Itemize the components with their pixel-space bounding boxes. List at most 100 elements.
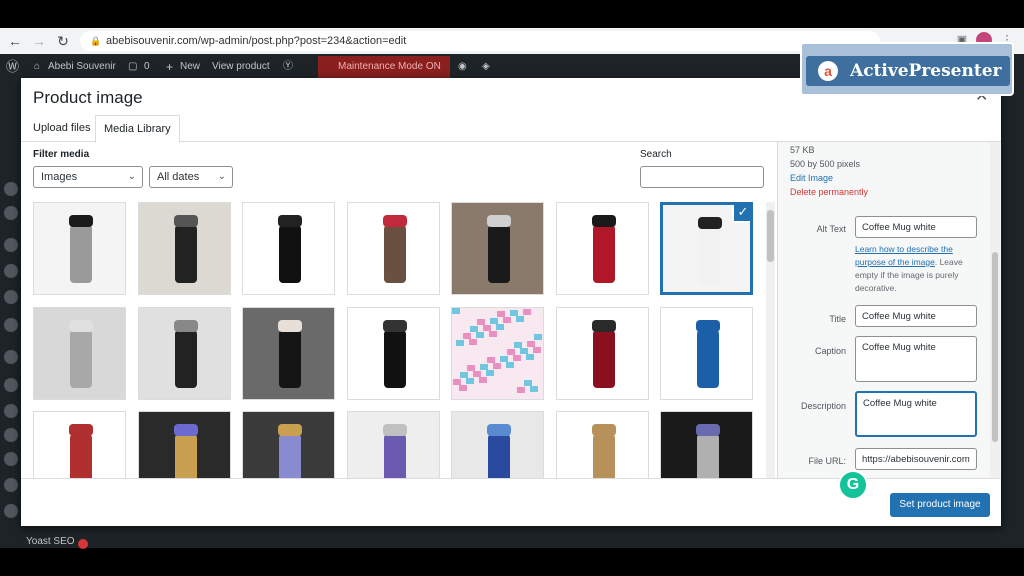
analytics-icon[interactable] xyxy=(4,378,18,392)
attachment-thumbnail[interactable] xyxy=(33,411,126,478)
pattern-swatch xyxy=(469,339,477,345)
attachment-thumbnail[interactable] xyxy=(347,411,440,478)
forward-arrow-icon[interactable]: → xyxy=(30,32,48,50)
attachment-thumbnail[interactable] xyxy=(347,307,440,400)
search-input[interactable] xyxy=(640,166,764,188)
edit-image-link[interactable]: Edit Image xyxy=(790,173,833,183)
yoast-icon[interactable]: Ⓨ xyxy=(283,54,293,80)
attachment-thumbnail[interactable] xyxy=(451,202,544,295)
grid-scrollbar-thumb[interactable] xyxy=(767,210,774,262)
attachment-thumbnail[interactable] xyxy=(138,307,231,400)
title-field[interactable]: Coffee Mug white xyxy=(855,305,977,327)
media-type-select[interactable]: Images ⌄ xyxy=(33,166,143,188)
marketing-icon[interactable] xyxy=(4,404,18,418)
details-scrollbar-thumb[interactable] xyxy=(992,252,998,442)
users-icon[interactable] xyxy=(4,478,18,492)
appearance-icon[interactable] xyxy=(4,428,18,442)
pattern-swatch xyxy=(490,318,498,324)
alt-text-help: Learn how to describe the purpose of the… xyxy=(855,243,979,295)
date-filter-select[interactable]: All dates ⌄ xyxy=(149,166,233,188)
grammarly-icon[interactable]: G xyxy=(838,470,868,500)
product-body xyxy=(279,225,301,283)
description-field[interactable]: Coffee Mug white xyxy=(855,391,977,437)
attachment-thumbnail[interactable] xyxy=(660,411,753,478)
pattern-swatch xyxy=(476,332,484,338)
palette-icon[interactable]: ◉ xyxy=(458,54,467,80)
pattern-swatch xyxy=(496,324,504,330)
search-label: Search xyxy=(640,149,672,160)
product-body xyxy=(175,225,197,283)
pattern-swatch xyxy=(500,356,508,362)
dashboard-icon[interactable] xyxy=(4,182,18,196)
media-icon[interactable] xyxy=(4,238,18,252)
product-lid xyxy=(383,215,407,227)
details-scrollbar[interactable] xyxy=(990,142,1000,478)
attachment-thumbnail[interactable] xyxy=(556,307,649,400)
reload-icon[interactable]: ↻ xyxy=(54,32,72,50)
attachment-thumbnail[interactable] xyxy=(556,202,649,295)
delete-permanently-link[interactable]: Delete permanently xyxy=(790,187,868,197)
attachment-thumbnail[interactable]: ✓ xyxy=(660,202,753,295)
attachment-thumbnail[interactable] xyxy=(242,202,335,295)
pages-icon[interactable] xyxy=(4,264,18,278)
product-lid xyxy=(592,320,616,332)
product-body xyxy=(488,225,510,283)
product-body xyxy=(70,225,92,283)
attachment-thumbnail[interactable] xyxy=(138,411,231,478)
product-body xyxy=(279,330,301,388)
watermark-brand: ActivePresenter xyxy=(850,61,1002,81)
product-body xyxy=(175,434,197,478)
attachment-thumbnail[interactable] xyxy=(556,411,649,478)
activepresenter-watermark: a ActivePresenter xyxy=(800,42,1014,96)
attachment-thumbnail[interactable] xyxy=(33,202,126,295)
plugins-icon[interactable] xyxy=(4,452,18,466)
product-lid xyxy=(69,215,93,227)
attachment-thumbnail[interactable] xyxy=(242,411,335,478)
pattern-swatch xyxy=(523,309,531,315)
tab-media-library[interactable]: Media Library xyxy=(95,115,180,143)
back-arrow-icon[interactable]: ← xyxy=(6,32,24,50)
attachment-thumbnail[interactable] xyxy=(347,202,440,295)
file-url-field[interactable]: https://abebisouvenir.com xyxy=(855,448,977,470)
checkmark-icon[interactable]: ✓ xyxy=(732,205,750,223)
comments-icon[interactable] xyxy=(4,290,18,304)
view-product-link[interactable]: View product xyxy=(212,54,270,80)
diamond-icon[interactable]: ◈ xyxy=(482,54,490,80)
attachment-thumbnail[interactable] xyxy=(660,307,753,400)
address-bar[interactable]: 🔒 abebisouvenir.com/wp-admin/post.php?po… xyxy=(80,31,880,51)
tab-upload-files[interactable]: Upload files xyxy=(25,115,98,142)
file-url-label: File URL: xyxy=(808,456,846,466)
caption-field[interactable]: Coffee Mug white xyxy=(855,336,977,382)
posts-icon[interactable] xyxy=(4,206,18,220)
maintenance-mode-badge[interactable]: Maintenance Mode ON xyxy=(318,56,450,78)
attachment-thumbnail[interactable] xyxy=(451,411,544,478)
attachment-thumbnail[interactable] xyxy=(451,307,544,400)
pattern-swatch xyxy=(486,370,494,376)
media-type-value: Images xyxy=(41,171,78,183)
attachment-thumbnail[interactable] xyxy=(33,307,126,400)
products-icon[interactable] xyxy=(4,350,18,364)
set-product-image-button[interactable]: Set product image xyxy=(890,493,990,517)
comments-count[interactable]: 0 xyxy=(144,54,150,80)
alt-text-field[interactable]: Coffee Mug white xyxy=(855,216,977,238)
media-tabs: Upload files Media Library xyxy=(21,115,1001,143)
grid-scrollbar[interactable] xyxy=(766,202,775,478)
attachment-thumbnail[interactable] xyxy=(242,307,335,400)
new-link[interactable]: New xyxy=(180,54,200,80)
product-body xyxy=(699,227,721,285)
pattern-swatch xyxy=(456,340,464,346)
pattern-swatch xyxy=(460,372,468,378)
attachment-thumbnail[interactable] xyxy=(138,202,231,295)
product-lid xyxy=(69,320,93,332)
pattern-swatch xyxy=(507,349,515,355)
site-name-link[interactable]: Abebi Souvenir xyxy=(48,54,116,80)
pattern-swatch xyxy=(487,357,495,363)
image-dimensions: 500 by 500 pixels xyxy=(790,159,861,169)
product-body xyxy=(70,434,92,478)
comment-icon: ▢ xyxy=(128,61,138,72)
woocommerce-icon[interactable] xyxy=(4,318,18,332)
tools-icon[interactable] xyxy=(4,504,18,518)
yoast-menu-label[interactable]: Yoast SEO xyxy=(26,536,75,547)
wordpress-logo-icon[interactable]: Ⓦ xyxy=(6,54,19,80)
product-lid xyxy=(383,320,407,332)
